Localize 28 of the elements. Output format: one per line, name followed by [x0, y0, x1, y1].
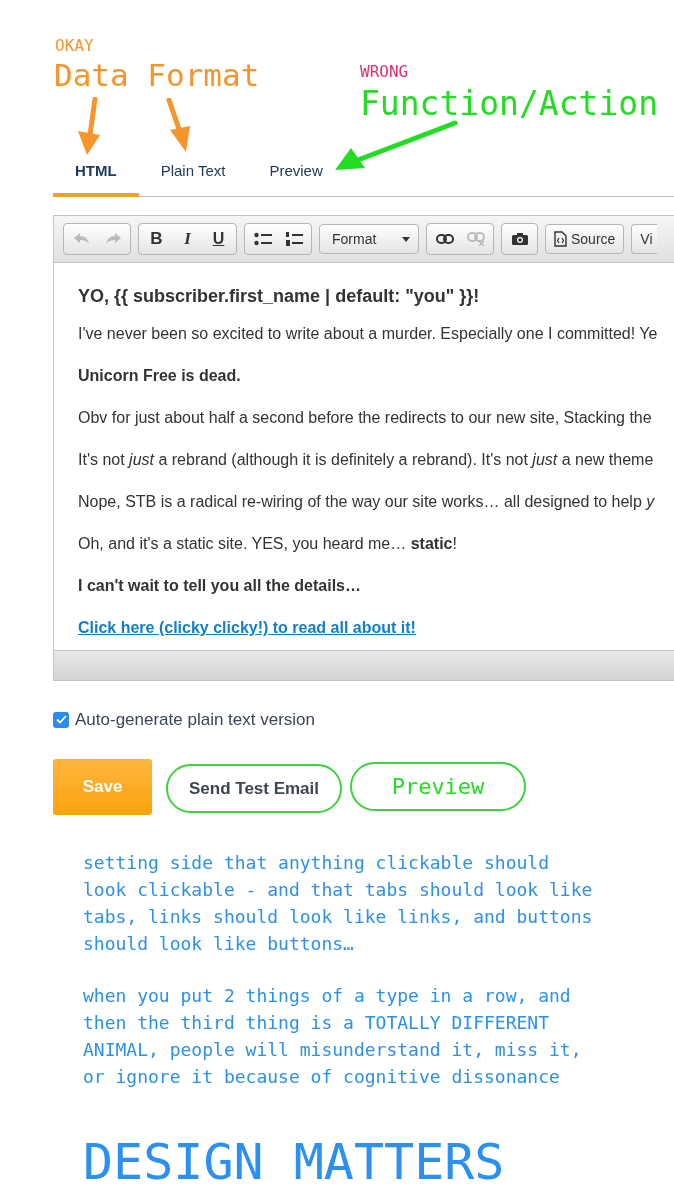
annotation-note: when you put 2 things of a type in a row, and then the third thing is a TOTALLY DIFFERENT ANIMAL, people will misunderstand it, miss it, or ignore it because of cognitive dissonance	[83, 983, 583, 1089]
tab[interactable]: Preview	[247, 150, 345, 197]
email-paragraph: Nope, STB is a radical re-wiring of the way our site works… all designed to help y	[78, 492, 655, 512]
annotation-label: Function/Action	[360, 83, 658, 125]
email-paragraph: It's not just a rebrand (although it is definitely a rebrand). It's not just a new theme	[78, 450, 654, 470]
code-file-icon	[554, 231, 567, 247]
annotation-note: setting side that anything clickable should look clickable - and that tabs should look like tabs, links should look like links, and buttons should look like buttons…	[83, 850, 594, 956]
format-dropdown[interactable]: Format	[319, 224, 419, 254]
email-paragraph: Oh, and it's a static site. YES, you heard me… static!	[78, 534, 457, 554]
email-heading: YO, {{ subscriber.first_name | default: "you" }}!	[78, 285, 480, 308]
email-link[interactable]: Click here (clicky clicky!) to read all about it!	[78, 616, 416, 640]
annotation-title: DESIGN MATTERS	[83, 1131, 505, 1192]
checkbox[interactable]	[53, 711, 69, 728]
tab[interactable]: Plain Text	[138, 150, 248, 197]
checkbox-label: Auto-generate plain text version	[75, 709, 316, 731]
email-paragraph: I've never been so excited to write about a murder. Especially one I committed! Ye	[78, 324, 658, 344]
email-paragraph: I can't wait to tell you all the details…	[78, 576, 361, 596]
email-paragraph: Obv for just about half a second before the redirects to our new site, Stacking the	[78, 408, 652, 428]
caret-icon	[402, 236, 410, 242]
send-test-email-button[interactable]: Send Test Email	[166, 764, 342, 813]
arrow-icon	[76, 97, 102, 157]
view-button[interactable]: Vi	[631, 224, 657, 254]
annotation-label: OKAY	[55, 35, 94, 57]
email-paragraph: Unicorn Free is dead.	[78, 366, 241, 386]
source-button[interactable]: Source	[545, 224, 625, 254]
tab[interactable]: HTML	[53, 150, 139, 197]
annotation-label: WRONG	[360, 61, 409, 83]
annotation-label: Data Format	[54, 56, 260, 95]
